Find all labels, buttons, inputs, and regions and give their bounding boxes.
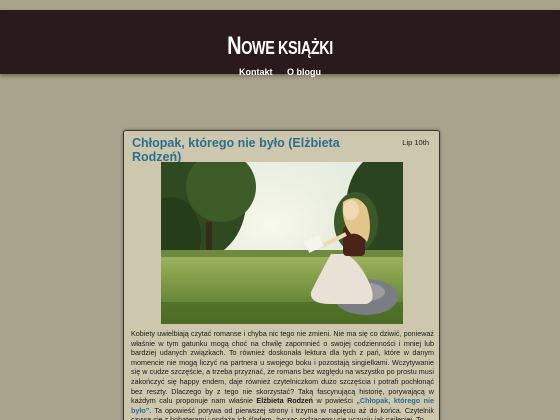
nav-link-o-blogu[interactable]: O blogu bbox=[287, 67, 321, 77]
post-body-text-2: w powieści bbox=[313, 396, 357, 406]
post-title-link[interactable]: Chłopak, którego nie było (Elżbieta Rodz… bbox=[132, 136, 392, 164]
post-body: Kobiety uwielbiają czytać romanse i chyb… bbox=[131, 329, 434, 420]
post-body-text-3: . Ta opowieść porywa od pierwszej strony… bbox=[131, 405, 434, 420]
nav-link-kontakt[interactable]: Kontakt bbox=[239, 67, 273, 77]
post-body-text-1: Kobiety uwielbiają czytać romanse i chyb… bbox=[131, 329, 434, 406]
site-title-rest: owe książki bbox=[241, 38, 333, 58]
top-strip bbox=[0, 0, 560, 10]
site-header: Nowe książki Kontakt O blogu bbox=[0, 10, 560, 77]
post-author: Elżbieta Rodzeń bbox=[256, 396, 314, 406]
site-title-initial: N bbox=[227, 32, 242, 60]
post-card: Chłopak, którego nie było (Elżbieta Rodz… bbox=[123, 130, 440, 420]
woman-reading-in-meadow-image bbox=[161, 162, 403, 324]
site-title[interactable]: Nowe książki bbox=[56, 32, 504, 61]
post-date: Lip 10th bbox=[402, 138, 429, 147]
main-nav: Kontakt O blogu bbox=[0, 67, 560, 77]
post-image bbox=[161, 162, 403, 324]
